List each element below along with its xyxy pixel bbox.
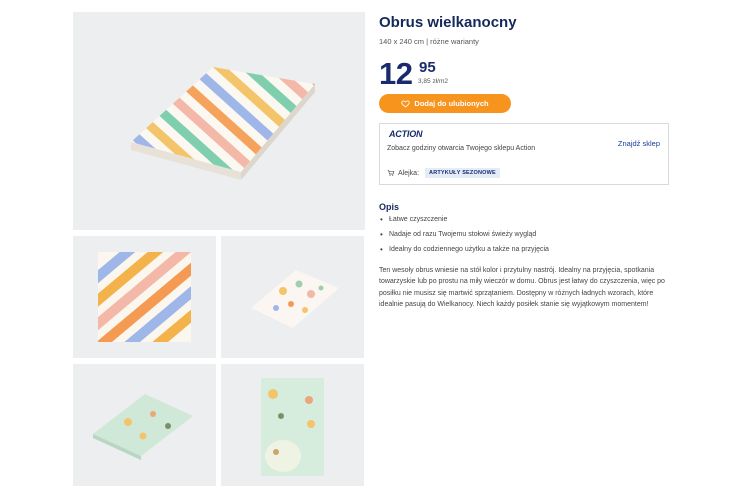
thumbnail-green-tablecloth-folded[interactable] bbox=[221, 364, 364, 486]
feature-item: Łatwe czyszczenie bbox=[379, 215, 549, 231]
unit-price: 3,85 zł/m2 bbox=[418, 78, 448, 85]
heart-icon bbox=[401, 100, 411, 108]
feature-list: Łatwe czyszczenie Nadaje od razu Twojemu… bbox=[379, 215, 549, 261]
price-decimal: 95 bbox=[419, 59, 436, 76]
add-to-favorites-button[interactable]: Dodaj do ulubionych bbox=[379, 94, 511, 113]
stripes-closeup-image bbox=[98, 252, 191, 342]
thumbnail-dotted-tablecloth[interactable] bbox=[221, 236, 364, 358]
description-heading: Opis bbox=[379, 202, 400, 212]
add-to-favorites-label: Dodaj do ulubionych bbox=[414, 99, 489, 108]
striped-tablecloth-image bbox=[131, 67, 315, 180]
description-text: Ten wesoły obrus wniesie na stół kolor i… bbox=[379, 267, 665, 309]
green-floral-tablecloth-image bbox=[93, 394, 193, 460]
main-product-image[interactable] bbox=[73, 12, 365, 230]
store-hours-text: Zobacz godziny otwarcia Twojego sklepu A… bbox=[387, 145, 536, 152]
cart-icon bbox=[387, 170, 395, 176]
find-store-link[interactable]: Znajdź sklep bbox=[618, 139, 660, 148]
dotted-tablecloth-image bbox=[251, 270, 339, 328]
store-info-box: ACTION Zobacz godziny otwarcia Twojego s… bbox=[379, 123, 669, 185]
price-integer: 12 bbox=[379, 56, 413, 91]
product-title: Obrus wielkanocny bbox=[379, 14, 517, 31]
green-tablecloth-package-image bbox=[261, 378, 324, 476]
aisle-badge: ARTYKUŁY SEZONOWE bbox=[425, 168, 500, 178]
thumbnail-stripes-closeup[interactable] bbox=[73, 236, 216, 358]
feature-item: Idealny do codziennego użytku a także na… bbox=[379, 245, 549, 261]
aisle-label: Alejka: bbox=[398, 169, 420, 177]
feature-item: Nadaje od razu Twojemu stołowi świeży wy… bbox=[379, 230, 549, 246]
thumbnail-green-tablecloth[interactable] bbox=[73, 364, 216, 486]
action-logo: ACTION bbox=[389, 129, 423, 139]
aisle-info: Alejka: ARTYKUŁY SEZONOWE bbox=[387, 168, 500, 178]
product-subtitle: 140 x 240 cm | różne warianty bbox=[379, 37, 479, 46]
